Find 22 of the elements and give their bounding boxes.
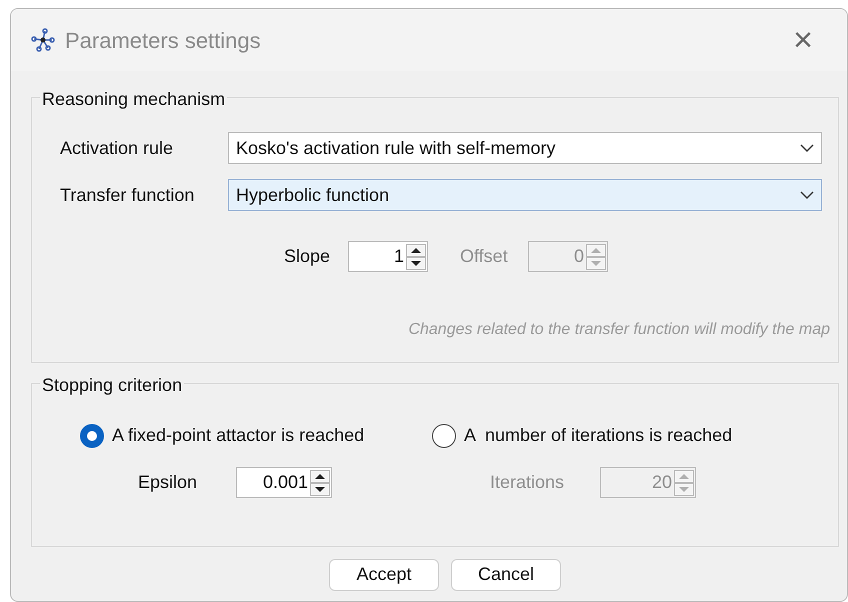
hint-text: Changes related to the transfer function will modify the map — [408, 320, 830, 340]
field-label: Activation rule — [59, 136, 174, 160]
network-icon — [31, 28, 55, 52]
radio-button[interactable]: A number of iterations is reached — [432, 422, 792, 449]
number-spinner[interactable]: 1 — [348, 241, 428, 272]
chevron-down-icon — [800, 190, 814, 200]
radio-button[interactable]: A fixed-point attactor is reached — [80, 422, 432, 449]
dropdown[interactable]: Kosko's activation rule with self-memory — [228, 132, 822, 164]
spin-arrows-icon[interactable] — [406, 244, 426, 270]
number-spinner[interactable]: 0.001 — [236, 467, 332, 498]
spinner-label: Epsilon — [138, 471, 198, 494]
chevron-down-icon — [800, 143, 814, 153]
spinner-label: Iterations — [490, 471, 566, 494]
spinner-label: Slope — [284, 245, 332, 268]
dialog-button[interactable]: Cancel — [451, 559, 561, 591]
close-button[interactable]: × — [793, 23, 813, 57]
spinner-label: Offset — [460, 245, 509, 268]
dialog-button[interactable]: Accept — [329, 559, 439, 591]
window-title: Parameters settings — [65, 26, 261, 55]
field-label: Transfer function — [59, 184, 196, 206]
spin-arrows-icon[interactable] — [310, 470, 330, 496]
dropdown[interactable]: Hyperbolic function — [228, 179, 822, 211]
